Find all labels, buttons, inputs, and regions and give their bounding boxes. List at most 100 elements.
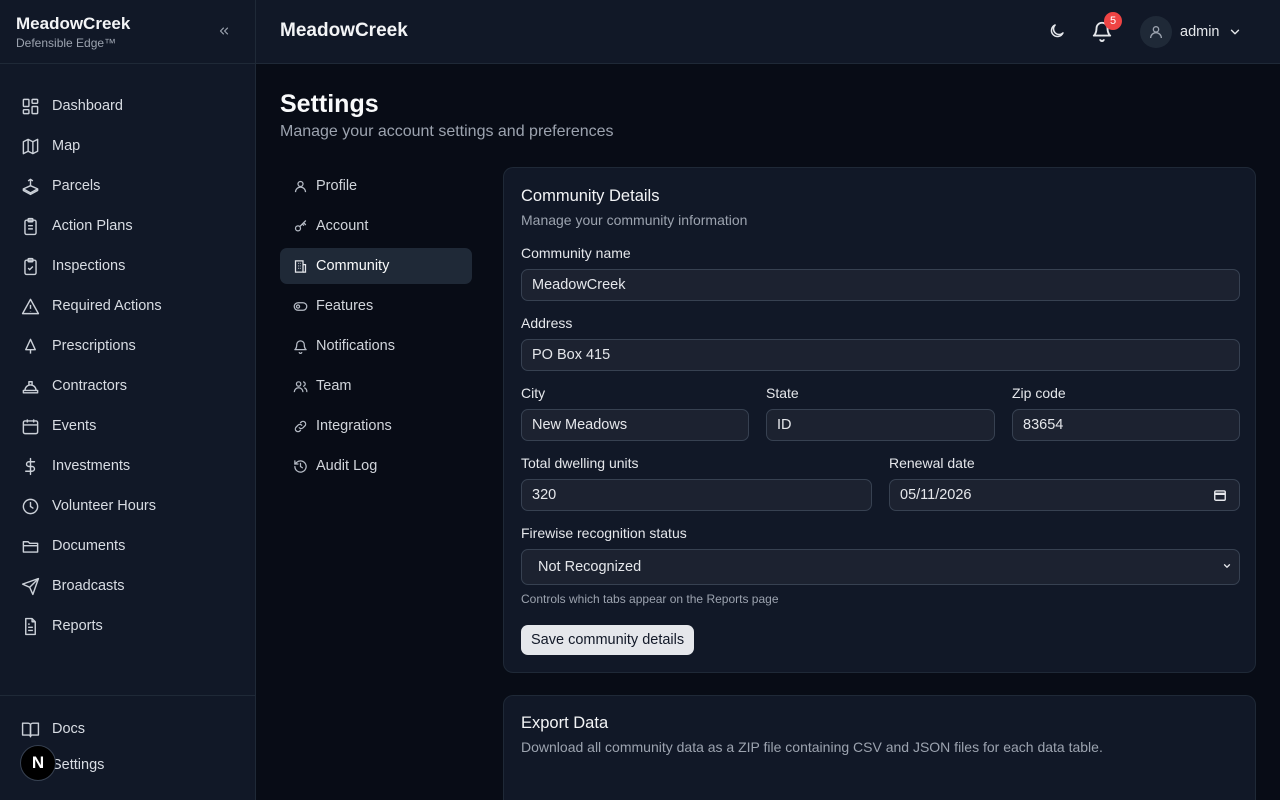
sidebar-item-broadcasts[interactable]: Broadcasts xyxy=(0,566,255,606)
header-title: MeadowCreek xyxy=(280,20,408,41)
dashboard-icon xyxy=(20,96,40,116)
top-bar: MeadowCreek 5 admin xyxy=(256,0,1280,64)
settings-nav: Profile Account Community Features Notif… xyxy=(280,168,472,488)
calendar-icon xyxy=(20,416,40,436)
collapse-sidebar-button[interactable] xyxy=(215,22,233,40)
state-input[interactable]: ID xyxy=(766,409,995,441)
settings-tab-label: Notifications xyxy=(316,338,395,354)
sidebar-item-volunteer-hours[interactable]: Volunteer Hours xyxy=(0,486,255,526)
settings-tab-integrations[interactable]: Integrations xyxy=(280,408,472,444)
file-text-icon xyxy=(20,616,40,636)
firewise-status-value: Not Recognized xyxy=(538,559,642,575)
folder-icon xyxy=(20,536,40,556)
sidebar-item-map[interactable]: Map xyxy=(0,126,255,166)
avatar xyxy=(1140,16,1172,48)
calendar-icon[interactable] xyxy=(1213,488,1227,502)
settings-tab-team[interactable]: Team xyxy=(280,368,472,404)
sidebar-item-investments[interactable]: Investments xyxy=(0,446,255,486)
zip-code-input[interactable]: 83654 xyxy=(1012,409,1240,441)
brand-title: MeadowCreek xyxy=(16,14,131,33)
settings-tab-account[interactable]: Account xyxy=(280,208,472,244)
city-input[interactable]: New Meadows xyxy=(521,409,749,441)
clipboard-check-icon xyxy=(20,256,40,276)
settings-tab-label: Integrations xyxy=(316,418,392,434)
sidebar-item-label: Prescriptions xyxy=(52,338,136,354)
sidebar-item-label: Settings xyxy=(52,757,105,773)
sidebar-nav: Dashboard Map Parcels Action Plans Inspe… xyxy=(0,64,255,646)
tree-icon xyxy=(20,336,40,356)
sidebar-item-label: Parcels xyxy=(52,178,101,194)
sidebar-item-action-plans[interactable]: Action Plans xyxy=(0,206,255,246)
sidebar-item-docs[interactable]: Docs xyxy=(0,711,255,747)
user-icon xyxy=(292,178,308,194)
settings-tab-profile[interactable]: Profile xyxy=(280,168,472,204)
sidebar-item-reports[interactable]: Reports xyxy=(0,606,255,646)
brand-subtitle: Defensible Edge™ xyxy=(16,36,117,50)
sidebar-item-inspections[interactable]: Inspections xyxy=(0,246,255,286)
sidebar-item-documents[interactable]: Documents xyxy=(0,526,255,566)
dwelling-units-input[interactable]: 320 xyxy=(521,479,872,511)
renewal-date-input[interactable]: 05/11/2026 xyxy=(889,479,1240,511)
sidebar-item-label: Investments xyxy=(52,458,131,474)
settings-tab-label: Audit Log xyxy=(316,458,378,474)
history-icon xyxy=(292,458,308,474)
notification-count-badge: 5 xyxy=(1104,12,1122,30)
renewal-date-label: Renewal date xyxy=(889,455,975,471)
sidebar-item-label: Dashboard xyxy=(52,98,123,114)
dwelling-units-label: Total dwelling units xyxy=(521,455,639,471)
sidebar-item-contractors[interactable]: Contractors xyxy=(0,366,255,406)
brand: MeadowCreek Defensible Edge™ xyxy=(0,0,255,64)
settings-tab-community[interactable]: Community xyxy=(280,248,472,284)
chevron-down-icon xyxy=(1230,29,1239,35)
firewise-status-label: Firewise recognition status xyxy=(521,525,687,541)
sidebar-item-label: Action Plans xyxy=(52,218,133,234)
users-icon xyxy=(292,378,308,394)
sidebar-item-dashboard[interactable]: Dashboard xyxy=(0,86,255,126)
user-name: admin xyxy=(1180,24,1220,40)
state-label: State xyxy=(766,385,799,401)
building-icon xyxy=(292,258,308,274)
hard-hat-icon xyxy=(20,376,40,396)
sidebar-item-prescriptions[interactable]: Prescriptions xyxy=(0,326,255,366)
sidebar-item-label: Docs xyxy=(52,721,86,737)
page-subtitle: Manage your account settings and prefere… xyxy=(280,123,614,140)
settings-tab-notifications[interactable]: Notifications xyxy=(280,328,472,364)
dollar-icon xyxy=(20,456,40,476)
sidebar-item-events[interactable]: Events xyxy=(0,406,255,446)
address-input[interactable]: PO Box 415 xyxy=(521,339,1240,371)
toggle-icon xyxy=(292,298,308,314)
theme-toggle-button[interactable] xyxy=(1048,22,1068,42)
sidebar-item-label: Required Actions xyxy=(52,298,162,314)
city-label: City xyxy=(521,385,546,401)
sidebar-item-label: Contractors xyxy=(52,378,127,394)
parcels-icon xyxy=(20,176,40,196)
sidebar-item-required-actions[interactable]: Required Actions xyxy=(0,286,255,326)
sidebar-item-label: Inspections xyxy=(52,258,126,274)
save-community-details-button[interactable]: Save community details xyxy=(521,625,695,655)
settings-tab-features[interactable]: Features xyxy=(280,288,472,324)
renewal-date-value: 05/11/2026 xyxy=(900,487,972,503)
book-icon xyxy=(20,719,40,739)
settings-tab-label: Features xyxy=(316,298,374,314)
map-icon xyxy=(20,136,40,156)
firewise-status-select[interactable]: Not Recognized xyxy=(521,549,1240,585)
alert-triangle-icon xyxy=(20,296,40,316)
card-description: Download all community data as a ZIP fil… xyxy=(521,739,1103,755)
chevrons-left-icon xyxy=(219,27,229,35)
dev-tools-badge[interactable]: N xyxy=(20,745,56,781)
firewise-hint: Controls which tabs appear on the Report… xyxy=(521,592,779,606)
community-name-label: Community name xyxy=(521,245,631,261)
clock-icon xyxy=(20,496,40,516)
settings-tab-audit-log[interactable]: Audit Log xyxy=(280,448,472,484)
user-menu[interactable]: admin xyxy=(1140,16,1242,48)
link-icon xyxy=(292,418,308,434)
settings-tab-label: Profile xyxy=(316,178,358,194)
community-name-input[interactable]: MeadowCreek xyxy=(521,269,1240,301)
sidebar-item-label: Reports xyxy=(52,618,103,634)
sidebar-item-label: Events xyxy=(52,418,97,434)
export-data-card: Export Data Download all community data … xyxy=(503,695,1256,800)
sidebar: MeadowCreek Defensible Edge™ Dashboard M… xyxy=(0,0,256,800)
sidebar-item-parcels[interactable]: Parcels xyxy=(0,166,255,206)
key-icon xyxy=(292,218,308,234)
card-title: Export Data xyxy=(521,714,609,732)
